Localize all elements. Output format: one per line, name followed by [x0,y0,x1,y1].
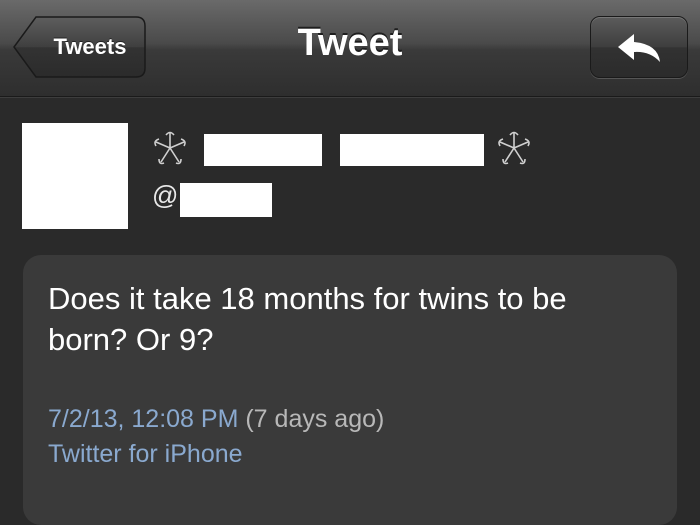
page-title: Tweet [297,22,403,64]
back-button-label: Tweets [53,34,127,59]
flower-icon [498,131,530,165]
handle-prefix: @ [152,180,179,210]
reply-arrow-icon [618,34,660,62]
back-tweets-button[interactable]: Tweets [12,16,146,78]
tweet-text: Does it take 18 months for twins to be b… [48,281,567,357]
reply-button[interactable] [590,16,688,78]
tweet-relative-time: (7 days ago) [245,405,385,433]
tweet-timestamp: 7/2/13, 12:08 PM (7 days ago) [48,403,384,435]
redacted-name-part-2 [340,134,484,166]
tweet-date: 7/2/13, 12:08 PM [48,405,239,433]
navigation-bar: Tweets Tweet [0,0,700,97]
redacted-handle [180,183,272,217]
avatar[interactable] [22,123,128,229]
flower-icon [154,131,186,165]
redacted-name-part-1 [204,134,322,166]
user-handle[interactable]: @ [152,180,178,211]
tweet-source-link[interactable]: Twitter for iPhone [48,438,243,470]
